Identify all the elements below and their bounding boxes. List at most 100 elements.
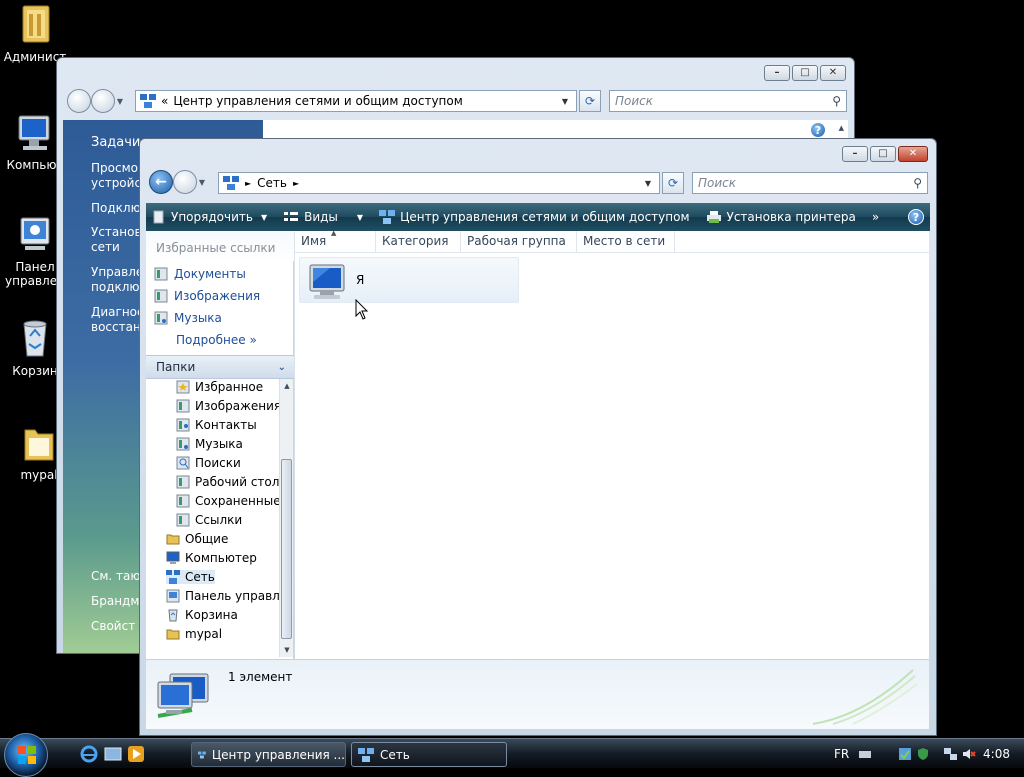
forward-button[interactable] <box>173 170 197 194</box>
media-player-icon[interactable] <box>127 745 145 763</box>
tree-item-desktop[interactable]: Рабочий стол <box>176 475 279 489</box>
maximize-button[interactable]: □ <box>792 65 818 81</box>
tree-item-contacts[interactable]: Контакты <box>176 418 257 432</box>
close-button[interactable]: ✕ <box>898 146 928 162</box>
taskbar-button-network[interactable]: Сеть <box>351 742 507 767</box>
help-icon[interactable]: ? <box>908 209 924 225</box>
task-link-cont[interactable]: сети <box>91 240 120 255</box>
minimize-button[interactable]: – <box>764 65 790 81</box>
show-desktop-icon[interactable] <box>104 745 122 763</box>
close-button[interactable]: ✕ <box>820 65 846 81</box>
tree-item-saved[interactable]: Сохраненные <box>176 494 281 508</box>
task-link[interactable]: Установ <box>91 225 142 240</box>
search-input[interactable]: Поиск ⚲ <box>692 172 928 194</box>
volume-muted-icon[interactable] <box>962 747 976 761</box>
breadcrumb-network[interactable]: Сеть <box>257 176 287 190</box>
favorite-link-music[interactable]: Музыка <box>154 311 222 325</box>
breadcrumb-separator-icon[interactable]: ► <box>245 179 251 188</box>
desktop-icon-admin[interactable]: Админист <box>0 2 70 64</box>
security-center-icon[interactable] <box>898 747 912 761</box>
task-link[interactable]: Управле <box>91 265 143 280</box>
tree-item-label: Панель управле <box>185 589 288 603</box>
task-link-cont[interactable]: подклю <box>91 280 140 295</box>
recent-pages-dropdown[interactable]: ▼ <box>197 178 207 187</box>
see-also-link[interactable]: Свойст <box>91 619 135 634</box>
tree-item-network[interactable]: Сеть <box>166 570 215 584</box>
search-icon[interactable]: ⚲ <box>913 176 922 190</box>
tree-item-pictures[interactable]: Изображения <box>176 399 281 413</box>
search-icon[interactable]: ⚲ <box>832 94 841 108</box>
language-indicator[interactable]: FR <box>834 747 849 761</box>
printer-icon <box>706 211 721 223</box>
taskbar-button-network-center[interactable]: Центр управления ... <box>191 742 346 767</box>
tree-item-music[interactable]: Музыка <box>176 437 243 451</box>
network-item[interactable]: Я <box>299 257 519 303</box>
tree-item-label: Общие <box>185 532 229 546</box>
breadcrumb-separator-icon[interactable]: ► <box>293 179 299 188</box>
views-button[interactable]: Виды ▼ <box>283 210 363 224</box>
tree-item-recycle-bin[interactable]: Корзина <box>166 608 238 622</box>
window-controls: – □ ✕ <box>842 146 928 162</box>
add-printer-button[interactable]: Установка принтера <box>706 210 856 224</box>
refresh-button[interactable]: ⟳ <box>579 90 601 112</box>
desktop-folder-icon <box>176 475 190 489</box>
back-arrow-icon: ← <box>155 174 167 190</box>
forward-button[interactable] <box>91 89 115 113</box>
task-link[interactable]: Подклю <box>91 201 141 216</box>
pictures-icon <box>154 289 168 303</box>
scroll-up-icon[interactable]: ▲ <box>839 124 844 132</box>
folders-toggle[interactable]: Папки ⌄ <box>146 355 294 379</box>
scroll-up-icon[interactable]: ▲ <box>280 379 294 393</box>
tree-item-searches[interactable]: Поиски <box>176 456 241 470</box>
task-link[interactable]: Диагнос <box>91 305 144 320</box>
tree-item-label: Изображения <box>195 399 282 413</box>
recent-pages-dropdown[interactable]: ▼ <box>115 97 125 106</box>
more-links-button[interactable]: Подробнее » <box>176 333 257 347</box>
tree-item-label: Контакты <box>195 418 257 432</box>
address-dropdown-icon[interactable]: ▼ <box>558 97 572 106</box>
column-header-name[interactable]: ▲ Имя <box>295 229 376 253</box>
clock[interactable]: 4:08 <box>983 747 1010 761</box>
computer-icon <box>18 115 50 150</box>
organize-button[interactable]: Упорядочить ▼ <box>152 210 267 224</box>
tree-item-computer[interactable]: Компьютер <box>166 551 257 565</box>
back-button[interactable]: ← <box>149 170 173 194</box>
tree-item-control-panel[interactable]: Панель управле <box>166 589 287 603</box>
help-icon[interactable]: ? <box>810 122 826 138</box>
scroll-down-icon[interactable]: ▼ <box>280 643 294 657</box>
keyboard-icon[interactable] <box>858 747 872 761</box>
network-center-button[interactable]: Центр управления сетями и общим доступом <box>379 210 690 224</box>
column-header-workgroup[interactable]: Рабочая группа <box>461 231 577 253</box>
address-bar[interactable]: « Центр управления сетями и общим доступ… <box>135 90 577 112</box>
back-button[interactable] <box>67 89 91 113</box>
start-button[interactable] <box>4 733 48 777</box>
folders-scrollbar[interactable]: ▲ ▼ <box>279 379 293 657</box>
computer-icon <box>309 264 345 299</box>
refresh-button[interactable]: ⟳ <box>662 172 684 194</box>
favorite-link-documents[interactable]: Документы <box>154 267 246 281</box>
shield-icon[interactable] <box>916 747 930 761</box>
column-header-category[interactable]: Категория <box>376 231 461 253</box>
favorites-folder-icon <box>176 380 190 394</box>
task-link[interactable]: Просмо <box>91 161 138 176</box>
search-input[interactable]: Поиск ⚲ <box>609 90 847 112</box>
toolbar-overflow-button[interactable]: » <box>872 210 879 224</box>
tree-item-mypal[interactable]: mypal <box>166 627 222 641</box>
column-headers: ▲ Имя Категория Рабочая группа Место в с… <box>295 229 929 253</box>
network-status-icon[interactable] <box>944 747 958 761</box>
tree-item-favorites[interactable]: Избранное <box>176 380 263 394</box>
favorite-link-pictures[interactable]: Изображения <box>154 289 260 303</box>
address-bar[interactable]: ► Сеть ► ▼ <box>218 172 660 194</box>
maximize-button[interactable]: □ <box>870 146 896 162</box>
favorite-links-heading: Избранные ссылки <box>146 231 294 261</box>
tree-item-public[interactable]: Общие <box>166 532 228 546</box>
scroll-thumb[interactable] <box>281 459 292 639</box>
address-dropdown-icon[interactable]: ▼ <box>641 179 655 188</box>
column-header-network-location[interactable]: Место в сети <box>577 231 675 253</box>
internet-explorer-icon[interactable] <box>80 745 98 763</box>
task-link-cont[interactable]: устройс <box>91 176 141 191</box>
minimize-button[interactable]: – <box>842 146 868 162</box>
see-also-link[interactable]: См. таю <box>91 569 141 584</box>
tree-item-label: Ссылки <box>195 513 243 527</box>
tree-item-links[interactable]: Ссылки <box>176 513 242 527</box>
